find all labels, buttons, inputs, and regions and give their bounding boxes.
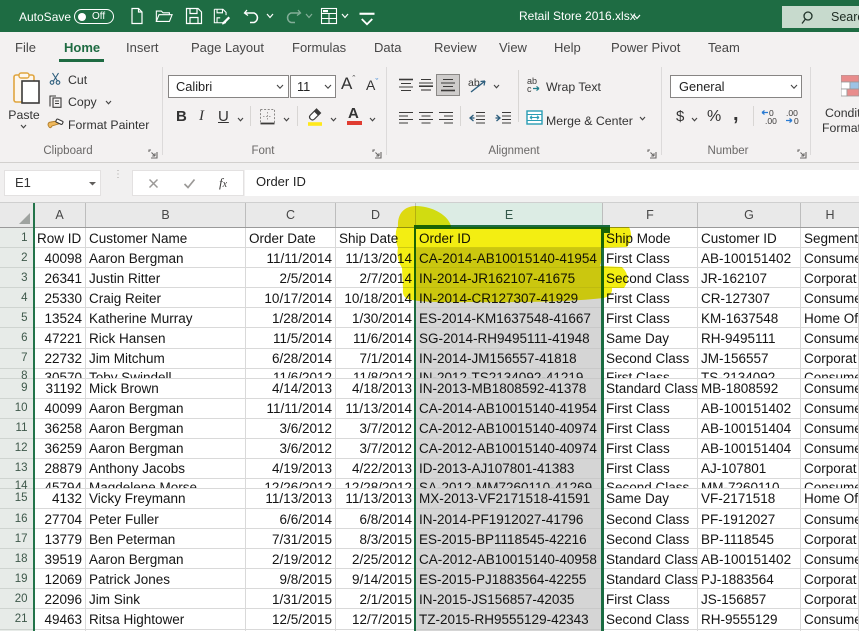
- svg-text:0: 0: [794, 116, 799, 125]
- svg-text:.00: .00: [765, 116, 777, 125]
- svg-text:c: c: [527, 84, 532, 92]
